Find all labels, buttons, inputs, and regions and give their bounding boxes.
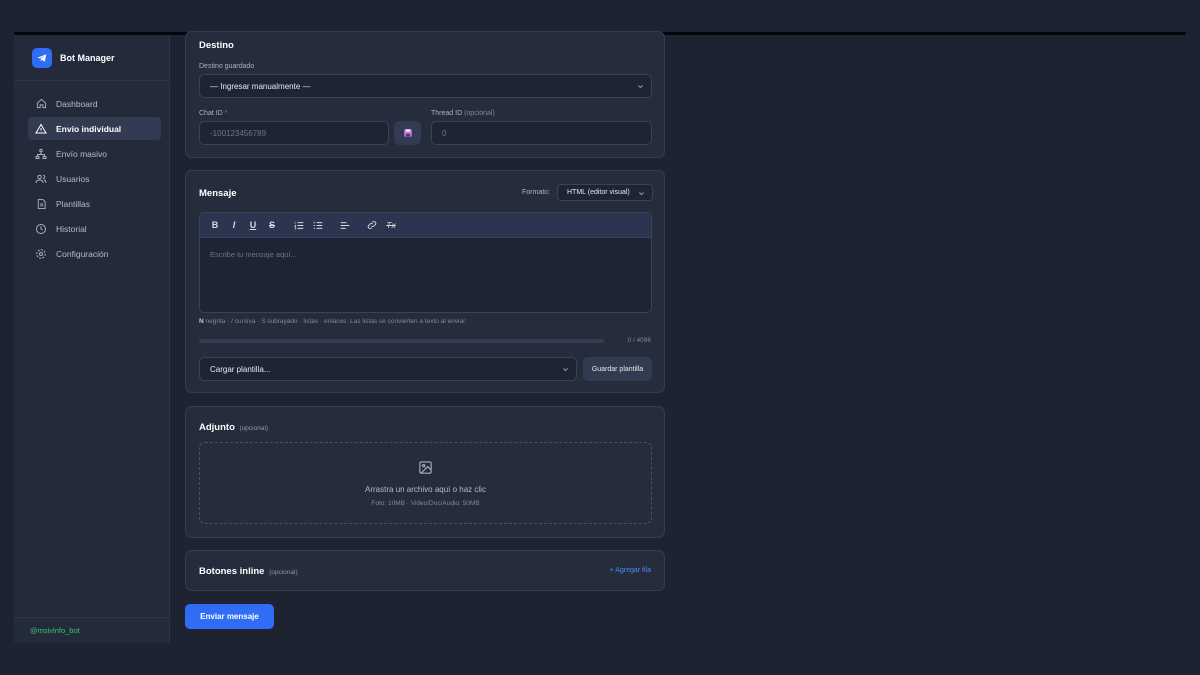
destino-guardado-select[interactable]: — Ingresar manualmente — [199,74,652,98]
thread-id-label: Thread ID (opcional) [431,110,495,117]
destino-card: Destino Destino guardado — Ingresar manu… [185,31,665,158]
home-icon [34,97,48,111]
sidebar-item-label: Usuarios [56,173,90,184]
chat-id-label: Chat ID * [199,110,228,117]
mensaje-card: Mensaje Formato: HTML (editor visual) B … [185,170,665,393]
formatting-hint: N negrita · / cursiva · S subrayado · li… [199,318,467,325]
sidebar-item-label: Historial [56,223,87,234]
sidebar-nav: Dashboard Envío individual Envío masivo … [14,81,169,265]
sidebar-item-configuracion[interactable]: Configuración [28,242,161,265]
destino-guardado-label: Destino guardado [199,63,255,70]
destino-title: Destino [199,40,234,51]
clock-icon [34,222,48,236]
sidebar-item-envio-masivo[interactable]: Envío masivo [28,142,161,165]
users-icon [34,172,48,186]
bot-username: @msivlnfo_bot [14,617,169,643]
app-name: Bot Manager [60,52,115,63]
chevron-down-icon [639,192,644,196]
format-label: Formato: [522,189,551,196]
bold-icon[interactable]: B [208,218,222,232]
adjunto-card: Adjunto (opcional) Arrastra un archivo a… [185,406,665,538]
image-icon [418,460,433,480]
brand[interactable]: Bot Manager [14,35,169,81]
sidebar-item-historial[interactable]: Historial [28,217,161,240]
required-mark: * [224,110,228,117]
file-dropzone[interactable]: Arrastra un archivo aquí o haz clic Foto… [199,442,652,524]
botones-inline-card: Botones inline (opcional) + Agregar fila [185,550,665,591]
ordered-list-icon[interactable] [292,218,306,232]
document-icon [34,197,48,211]
link-icon[interactable] [365,218,379,232]
sidebar-item-label: Configuración [56,248,109,259]
thread-id-input[interactable]: 0 [431,121,652,145]
add-row-link[interactable]: + Agregar fila [610,567,651,574]
sidebar-item-dashboard[interactable]: Dashboard [28,92,161,115]
editor-toolbar: B I U S Tx [200,213,651,238]
italic-icon[interactable]: I [227,218,241,232]
strikethrough-icon[interactable]: S [265,218,279,232]
sidebar-item-label: Plantillas [56,198,91,209]
editor-placeholder: Escribe tu mensaje aquí... [210,250,297,259]
clear-format-icon[interactable]: Tx [384,218,398,232]
sidebar-item-label: Dashboard [56,98,98,109]
load-template-select[interactable]: Cargar plantilla... [199,357,577,381]
underline-icon[interactable]: U [246,218,260,232]
sidebar-item-usuarios[interactable]: Usuarios [28,167,161,190]
format-select[interactable]: HTML (editor visual) [557,184,653,201]
telegram-icon [32,47,52,68]
bullet-list-icon[interactable] [311,218,325,232]
chat-id-input[interactable]: -100123456789 [199,121,389,145]
save-destination-button[interactable] [394,121,421,145]
dropzone-limits: Foto: 10MB · Video/Doc/Audio: 50MB [371,500,480,507]
save-template-button[interactable]: Guardar plantilla [583,357,652,381]
sidebar-item-label: Envío individual [56,123,122,134]
character-counter: 0 / 4096 [627,337,652,344]
character-progress [199,339,604,343]
gear-icon [34,247,48,261]
warning-triangle-icon [34,122,48,136]
message-editor[interactable]: B I U S Tx Escribe tu mensaje aquí... [199,212,652,313]
send-message-button[interactable]: Enviar mensaje [185,604,274,629]
sidebar-item-plantillas[interactable]: Plantillas [28,192,161,215]
chevron-down-icon [563,368,568,372]
mensaje-title: Mensaje [199,188,237,199]
sidebar: Bot Manager Dashboard Envío individual E… [14,35,170,643]
dropzone-text: Arrastra un archivo aquí o haz clic [365,485,486,494]
align-left-icon[interactable] [338,218,352,232]
sidebar-item-envio-individual[interactable]: Envío individual [28,117,161,140]
adjunto-title: Adjunto (opcional) [199,422,269,433]
floppy-disk-icon [403,129,412,137]
chevron-down-icon [638,85,643,89]
network-icon [34,147,48,161]
sidebar-item-label: Envío masivo [56,148,108,159]
botones-title: Botones inline (opcional) [199,566,298,577]
